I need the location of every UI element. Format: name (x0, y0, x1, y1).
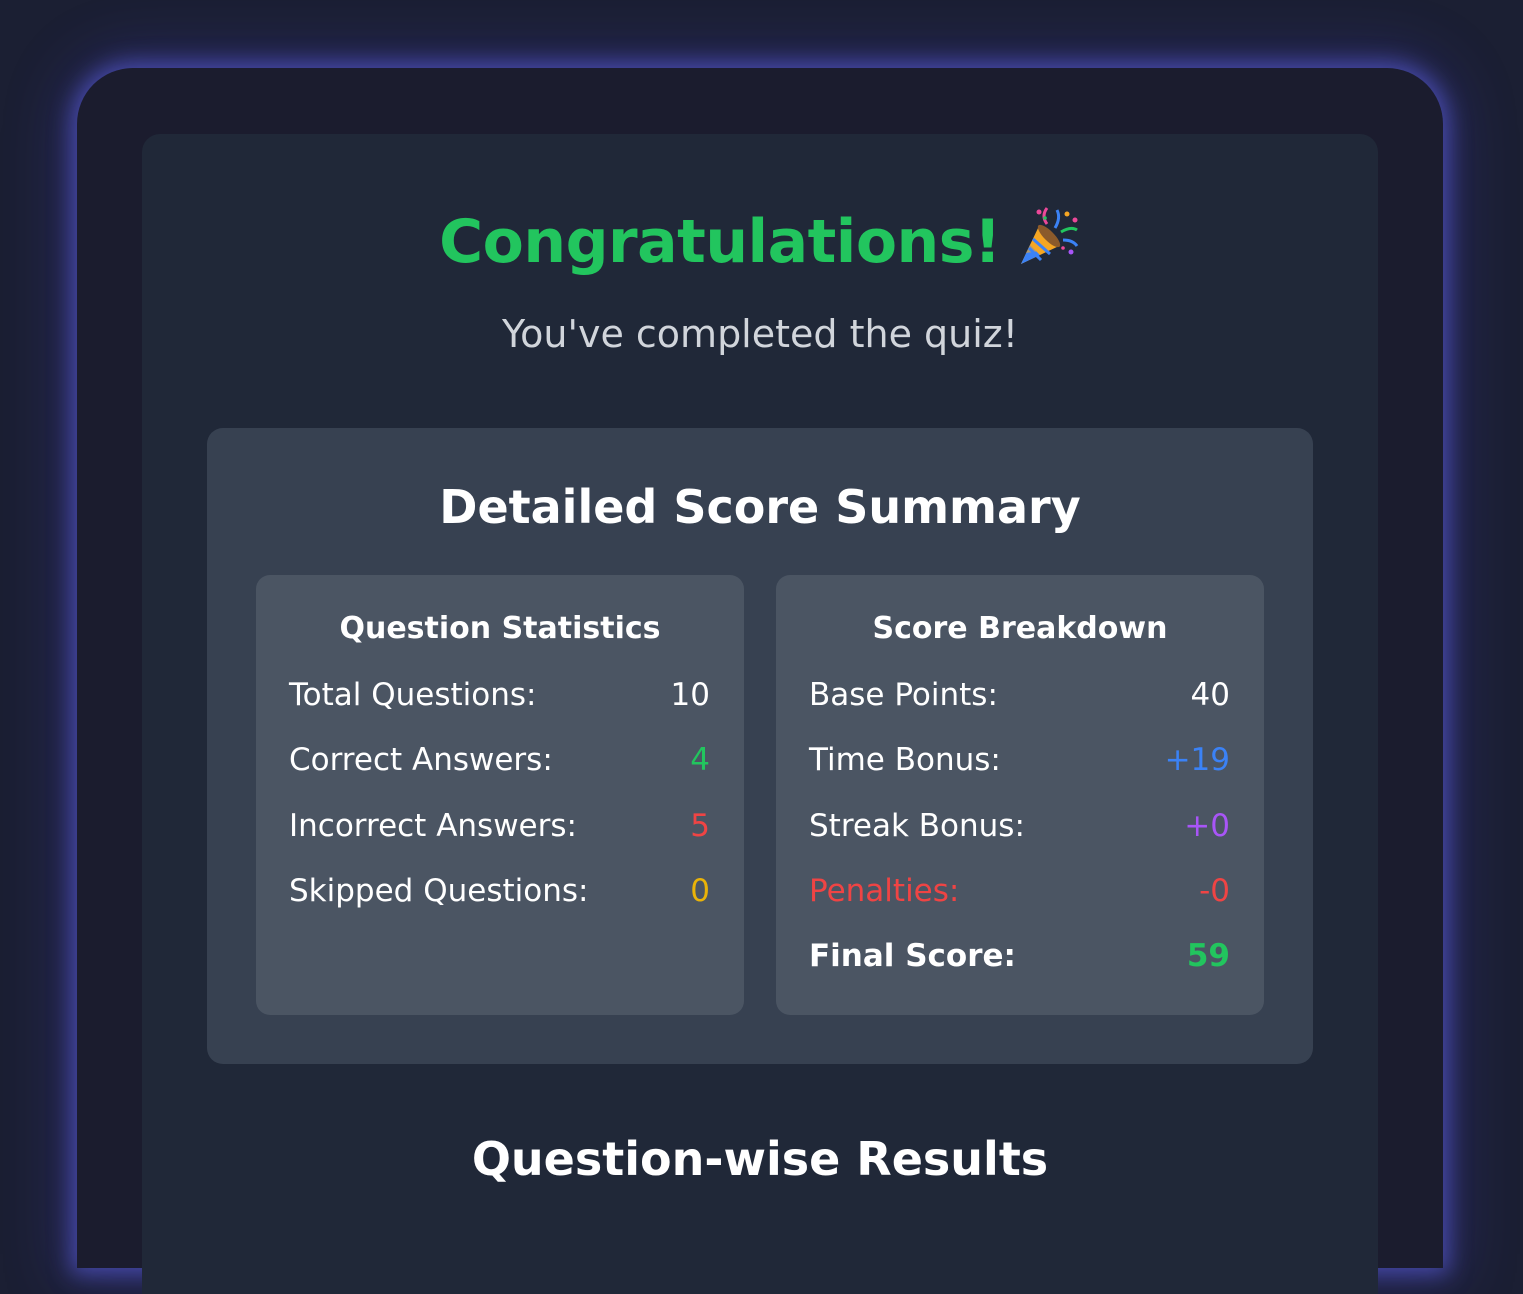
stat-row-skipped: Skipped Questions: 0 (289, 873, 710, 917)
stat-value: 0 (690, 873, 710, 909)
score-row-time-bonus: Time Bonus: +19 (809, 742, 1230, 786)
quiz-container: Congratulations! You've completed the qu… (77, 68, 1443, 1294)
final-score-value: 59 (1186, 938, 1230, 974)
stat-row-incorrect: Incorrect Answers: 5 (289, 808, 710, 852)
score-summary: Detailed Score Summary Question Statisti… (207, 428, 1313, 1064)
stat-value: 4 (690, 742, 710, 778)
question-statistics-panel: Question Statistics Total Questions: 10 … (256, 575, 744, 1015)
results-card: Congratulations! You've completed the qu… (142, 134, 1378, 1294)
congrats-title: Congratulations! (439, 207, 1001, 277)
score-row-penalties: Penalties: -0 (809, 873, 1230, 917)
final-score-label: Final Score: (809, 938, 1016, 974)
score-label: Penalties: (809, 873, 960, 909)
congrats-heading: Congratulations! (142, 204, 1378, 277)
score-value: -0 (1199, 873, 1230, 909)
stat-row-correct: Correct Answers: 4 (289, 742, 710, 786)
panel-title: Score Breakdown (872, 611, 1168, 646)
score-row-streak-bonus: Streak Bonus: +0 (809, 808, 1230, 852)
score-label: Time Bonus: (809, 742, 1001, 778)
stat-value: 10 (670, 677, 710, 713)
stat-value: 5 (690, 808, 710, 844)
stat-label: Skipped Questions: (289, 873, 589, 909)
score-value: +0 (1184, 808, 1230, 844)
score-row-final: Final Score: 59 (809, 938, 1230, 982)
score-value: 40 (1190, 677, 1230, 713)
summary-title: Detailed Score Summary (439, 480, 1081, 534)
stat-row-total: Total Questions: 10 (289, 677, 710, 721)
score-row-base: Base Points: 40 (809, 677, 1230, 721)
question-results-title: Question-wise Results (471, 1132, 1049, 1186)
panel-title: Question Statistics (339, 611, 661, 646)
score-value: +19 (1164, 742, 1230, 778)
stat-label: Correct Answers: (289, 742, 553, 778)
stat-label: Total Questions: (289, 677, 537, 713)
score-label: Base Points: (809, 677, 998, 713)
score-label: Streak Bonus: (809, 808, 1025, 844)
score-breakdown-panel: Score Breakdown Base Points: 40 Time Bon… (776, 575, 1264, 1015)
stat-label: Incorrect Answers: (289, 808, 577, 844)
party-popper-icon (1020, 207, 1079, 264)
completion-subtitle: You've completed the quiz! (502, 312, 1018, 356)
